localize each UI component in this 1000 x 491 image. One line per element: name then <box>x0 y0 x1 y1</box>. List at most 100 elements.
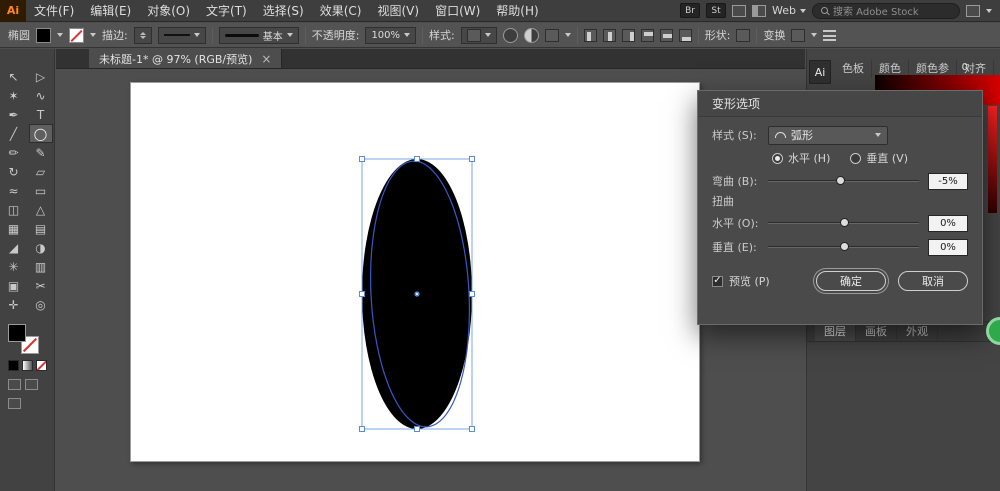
ai-panel-icon[interactable]: Ai <box>809 60 831 84</box>
stepper-arrows-icon[interactable] <box>139 31 146 39</box>
transform-link[interactable]: 变换 <box>763 27 785 43</box>
radio-checked-icon[interactable] <box>772 152 784 164</box>
checkbox-checked-icon[interactable]: ✓ <box>712 275 723 287</box>
bend-value-field[interactable]: -5% <box>928 172 968 190</box>
horizontal-distort-slider[interactable] <box>768 214 919 232</box>
fill-swatch[interactable] <box>8 324 26 342</box>
arrange-documents-icon[interactable] <box>732 4 747 17</box>
selection-handle[interactable] <box>414 156 420 162</box>
pencil-tool[interactable]: ✎ <box>29 143 53 162</box>
slice-tool[interactable]: ✂ <box>29 276 53 295</box>
horizontal-distort-field[interactable]: 0% <box>928 214 968 232</box>
width-tool[interactable]: ≈ <box>2 181 26 200</box>
panel-menu-icon[interactable] <box>823 29 837 41</box>
slider-thumb[interactable] <box>839 218 849 227</box>
ellipse-tool[interactable]: ◯ <box>28 124 53 143</box>
align-bottom-icon[interactable] <box>678 28 692 42</box>
paintbrush-tool[interactable]: ✏ <box>2 143 26 162</box>
blend-tool[interactable]: ◑ <box>29 238 53 257</box>
vertical-radio-option[interactable]: 垂直 (V) <box>850 150 908 166</box>
align-right-icon[interactable] <box>621 28 635 42</box>
gradient-tool[interactable]: ▤ <box>29 219 53 238</box>
draw-normal-icon[interactable] <box>8 379 21 390</box>
chevron-down-icon[interactable] <box>986 8 992 13</box>
align-left-icon[interactable] <box>583 28 597 42</box>
warp-style-select[interactable]: 弧形 <box>768 125 888 145</box>
dialog-title[interactable]: 变形选项 <box>698 91 982 117</box>
vertical-distort-slider[interactable] <box>768 238 919 256</box>
document-setup-icon[interactable] <box>544 28 559 42</box>
shape-builder-tool[interactable]: ◫ <box>2 200 26 219</box>
cancel-button[interactable]: 取消 <box>898 271 968 291</box>
selection-tool[interactable]: ↖ <box>2 67 26 86</box>
symbol-sprayer-tool[interactable]: ✳ <box>2 257 26 276</box>
document-tab[interactable]: 未标题-1* @ 97% (RGB/预览) × <box>89 49 283 68</box>
vertical-distort-field[interactable]: 0% <box>928 238 968 256</box>
dash-style-select[interactable] <box>157 26 206 44</box>
selection-handle[interactable] <box>359 291 365 297</box>
magic-wand-tool[interactable]: ✶ <box>2 86 26 105</box>
stock-icon[interactable]: St <box>706 3 727 18</box>
layout-icon[interactable] <box>752 4 767 17</box>
color-balance-icon[interactable] <box>523 27 539 43</box>
pen-tool[interactable]: ✒ <box>2 105 26 124</box>
type-tool[interactable]: T <box>29 105 53 124</box>
align-top-icon[interactable] <box>640 28 654 42</box>
bridge-icon[interactable]: Br <box>680 3 701 18</box>
canvas-pasteboard[interactable] <box>56 70 805 491</box>
menu-select[interactable]: 选择(S) <box>255 0 312 22</box>
recolor-artwork-icon[interactable] <box>502 27 518 43</box>
color-button[interactable] <box>8 360 19 371</box>
graphic-style-select[interactable] <box>460 26 497 44</box>
chevron-down-icon[interactable] <box>811 33 818 37</box>
fill-color-swatch[interactable] <box>36 27 51 43</box>
shape-properties-icon[interactable] <box>736 28 751 42</box>
menu-view[interactable]: 视图(V) <box>369 0 427 22</box>
menu-object[interactable]: 对象(O) <box>139 0 198 22</box>
menu-file[interactable]: 文件(F) <box>26 0 82 22</box>
close-icon[interactable]: × <box>261 53 271 65</box>
stroke-color-swatch[interactable] <box>69 27 84 43</box>
horizontal-radio-option[interactable]: 水平 (H) <box>772 150 830 166</box>
selection-handle[interactable] <box>469 291 475 297</box>
menu-window[interactable]: 窗口(W) <box>427 0 488 22</box>
draw-behind-icon[interactable] <box>25 379 38 390</box>
selection-handle[interactable] <box>414 426 420 432</box>
stroke-weight-stepper[interactable] <box>133 26 152 44</box>
selection-handle[interactable] <box>359 156 365 162</box>
ok-button[interactable]: 确定 <box>816 271 886 291</box>
opacity-select[interactable]: 100% <box>365 26 417 44</box>
scale-tool[interactable]: ▱ <box>29 162 53 181</box>
hand-tool[interactable]: ✛ <box>2 295 26 314</box>
selection-handle[interactable] <box>469 426 475 432</box>
stroke-profile-select[interactable]: 基本 <box>218 26 299 44</box>
menu-type[interactable]: 文字(T) <box>198 0 255 22</box>
stock-search-input[interactable]: 搜索 Adobe Stock <box>812 2 960 19</box>
stroke-chevron-icon[interactable] <box>90 33 96 37</box>
align-center-icon[interactable] <box>602 28 616 42</box>
menu-edit[interactable]: 编辑(E) <box>82 0 139 22</box>
direct-selection-tool[interactable]: ▷ <box>29 67 53 86</box>
artboard-tool[interactable]: ▣ <box>2 276 26 295</box>
grid-icon[interactable] <box>966 4 980 17</box>
screen-mode-icon[interactable] <box>8 398 21 409</box>
graph-tool[interactable]: ▥ <box>29 257 53 276</box>
fill-chevron-icon[interactable] <box>57 33 63 37</box>
none-button[interactable] <box>36 360 47 371</box>
selection-handle[interactable] <box>469 156 475 162</box>
transform-icon[interactable] <box>791 28 806 42</box>
line-segment-tool[interactable]: ╱ <box>2 124 26 143</box>
eyedropper-tool[interactable]: ◢ <box>2 238 26 257</box>
zoom-tool[interactable]: ◎ <box>29 295 53 314</box>
color-spectrum-bar[interactable] <box>988 106 997 213</box>
selection-handle[interactable] <box>359 426 365 432</box>
bend-slider[interactable] <box>768 172 919 190</box>
mesh-tool[interactable]: ▦ <box>2 219 26 238</box>
align-middle-icon[interactable] <box>659 28 673 42</box>
slider-thumb[interactable] <box>835 176 845 185</box>
chevron-down-icon[interactable] <box>564 33 571 37</box>
slider-thumb[interactable] <box>839 242 849 251</box>
workspace-switcher[interactable]: Web <box>772 4 806 17</box>
gradient-button[interactable] <box>22 360 33 371</box>
menu-effect[interactable]: 效果(C) <box>312 0 370 22</box>
